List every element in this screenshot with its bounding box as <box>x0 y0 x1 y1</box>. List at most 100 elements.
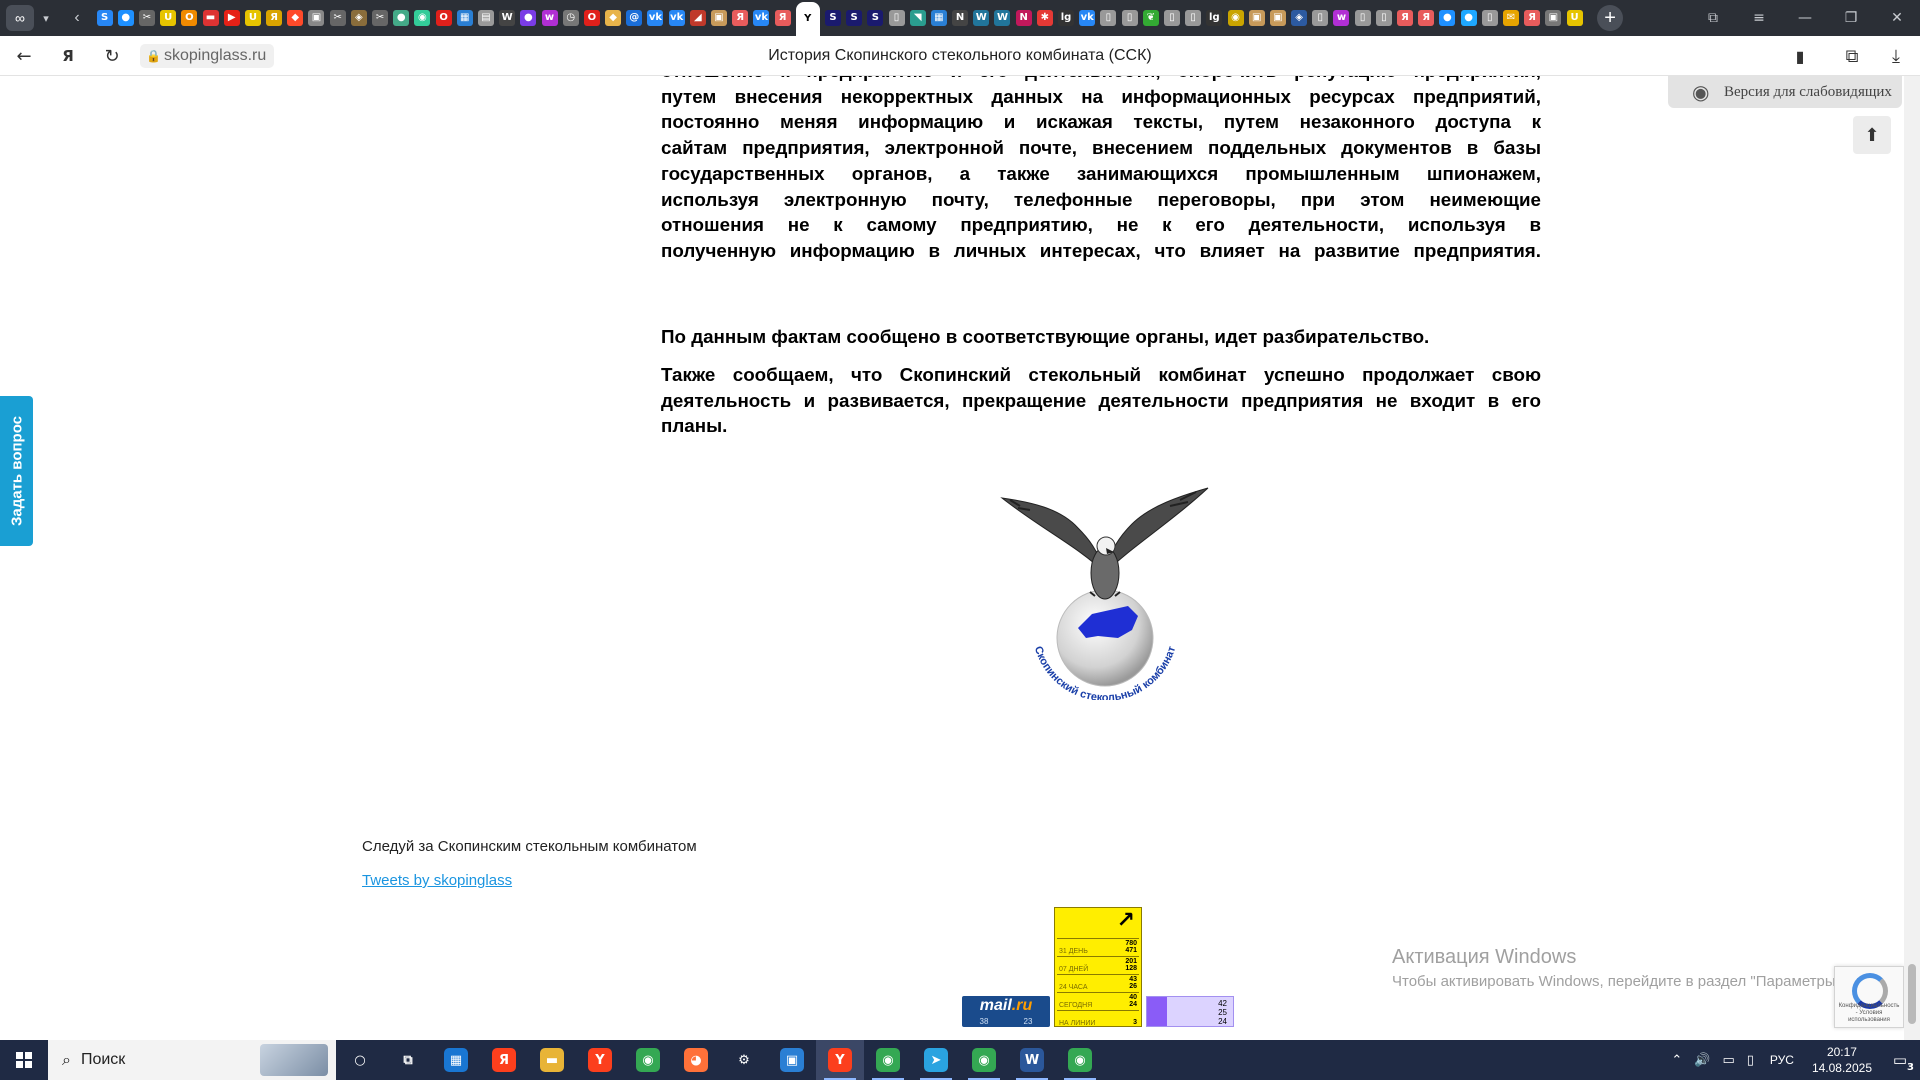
tab-u-icon[interactable]: U <box>160 10 177 26</box>
mailru-counter[interactable]: mail.ru 38 23 <box>962 996 1050 1027</box>
tab-ok-icon[interactable]: О <box>181 10 198 26</box>
tab-opera-icon[interactable]: O <box>435 10 452 26</box>
tab-n-icon[interactable]: N <box>952 10 969 26</box>
back-arrow-icon[interactable]: ← <box>12 44 36 68</box>
tabs-list-icon[interactable]: ⧉ <box>1690 10 1736 26</box>
tab-doc9-icon[interactable]: ▯ <box>1481 10 1498 26</box>
tab-u2-icon[interactable]: U <box>244 10 261 26</box>
new-tab-button[interactable]: + <box>1597 5 1624 31</box>
tab-tools2-icon[interactable]: ✂ <box>329 10 346 26</box>
clock[interactable]: 20:17 14.08.2025 <box>1812 1044 1872 1076</box>
taskbar-firefox-icon[interactable]: ◕ <box>672 1040 720 1080</box>
tab-doc6-icon[interactable]: ▯ <box>1312 10 1329 26</box>
taskbar-chrome-profile2-icon[interactable]: ◉ <box>960 1040 1008 1080</box>
accessibility-version-button[interactable]: ◉ Версия для слабовидящих <box>1668 76 1902 108</box>
taskbar-store-icon[interactable]: ▦ <box>432 1040 480 1080</box>
tab-chat-icon[interactable]: ● <box>1439 10 1456 26</box>
tab-grid2-icon[interactable]: ▦ <box>930 10 947 26</box>
tab-doc8-icon[interactable]: ▯ <box>1375 10 1392 26</box>
tab-purple-icon[interactable]: ● <box>520 10 537 26</box>
liveinternet-counter[interactable]: ↗ 31 ДЕНЬ 780 471 07 ДНЕЙ 201 128 24 ЧАСА 43 26 С… <box>1054 907 1142 1027</box>
tab-ya3-icon[interactable]: Я <box>774 10 791 26</box>
tabs-scroll-left-icon[interactable]: ‹ <box>64 9 90 27</box>
tab-wb2-icon[interactable]: w <box>1333 10 1350 26</box>
tab-img-icon[interactable]: ▣ <box>308 10 325 26</box>
ask-question-tab[interactable]: Задать вопрос <box>0 396 33 546</box>
chevron-down-icon[interactable]: ▾ <box>36 5 56 31</box>
tab-s2-icon[interactable]: S <box>846 10 863 26</box>
tab-mail-icon[interactable]: @ <box>626 10 643 26</box>
tab-wp-icon[interactable]: W <box>973 10 990 26</box>
taskbar-chrome-icon[interactable]: ◉ <box>624 1040 672 1080</box>
tab-ya6-icon[interactable]: Я <box>1524 10 1541 26</box>
tab-book-icon[interactable]: ▤ <box>477 10 494 26</box>
tab-active-ya-icon[interactable]: Y <box>795 2 820 36</box>
browser-menu-icon[interactable]: ∞ <box>6 5 34 31</box>
tab-doc3-icon[interactable]: ▯ <box>1121 10 1138 26</box>
tab-img2-icon[interactable]: ▣ <box>711 10 728 26</box>
tab-opera2-icon[interactable]: O <box>583 10 600 26</box>
page-scrollbar[interactable] <box>1904 76 1920 1040</box>
battery-icon[interactable]: ▭ <box>1722 1053 1734 1068</box>
tab-doc7-icon[interactable]: ▯ <box>1354 10 1371 26</box>
tab-vk3-icon[interactable]: vk <box>668 10 685 26</box>
tab-s1-icon[interactable]: S <box>824 10 841 26</box>
tab-grid-icon[interactable]: ▦ <box>456 10 473 26</box>
tray-expand-icon[interactable]: ⌃ <box>1671 1053 1682 1068</box>
tab-globe-icon[interactable]: ● <box>393 10 410 26</box>
tab-shield-icon[interactable]: ◈ <box>1291 10 1308 26</box>
tab-vk-icon[interactable]: S <box>96 10 113 26</box>
tab-tools3-icon[interactable]: ✂ <box>372 10 389 26</box>
tab-ya2-icon[interactable]: Я <box>732 10 749 26</box>
tab-chrome-icon[interactable]: ◉ <box>414 10 431 26</box>
taskbar-telegram-icon[interactable]: ➤ <box>912 1040 960 1080</box>
taskbar-yandex-browser-icon[interactable]: Y <box>576 1040 624 1080</box>
menu-icon[interactable]: ≡ <box>1736 10 1782 26</box>
start-button[interactable] <box>0 1040 48 1080</box>
tab-lg-icon[interactable]: lg <box>1058 10 1075 26</box>
tab-leaf-icon[interactable]: ❦ <box>1142 10 1159 26</box>
tab-vk5-icon[interactable]: vk <box>1079 10 1096 26</box>
tab-img4-icon[interactable]: ▣ <box>1269 10 1286 26</box>
taskbar-search[interactable]: ⌕ Поиск <box>48 1040 336 1080</box>
collections-icon[interactable]: ⧉ <box>1840 44 1864 68</box>
taskbar-cortana-icon[interactable]: ○ <box>336 1040 384 1080</box>
tab-map-icon[interactable]: ◥ <box>909 10 926 26</box>
bookmark-icon[interactable]: ▮ <box>1788 44 1812 68</box>
tab-ya-icon[interactable]: Я <box>266 10 283 26</box>
tweets-link[interactable]: Tweets by skopinglass <box>362 872 512 889</box>
tab-lg2-icon[interactable]: lg <box>1206 10 1223 26</box>
tab-coin-icon[interactable]: ◉ <box>1227 10 1244 26</box>
taskbar-chrome-profile-icon[interactable]: ◉ <box>864 1040 912 1080</box>
download-icon[interactable]: ⤓ <box>1884 44 1908 68</box>
recaptcha-badge[interactable]: Конфиденциальность - Условия использован… <box>1834 966 1904 1028</box>
tab-s3-icon[interactable]: S <box>867 10 884 26</box>
tab-doc-icon[interactable]: ▯ <box>888 10 905 26</box>
taskbar-taskview-icon[interactable]: ⧉ <box>384 1040 432 1080</box>
tab-doc4-icon[interactable]: ▯ <box>1163 10 1180 26</box>
tab-tools-icon[interactable]: ✂ <box>138 10 155 26</box>
scroll-to-top-button[interactable]: ⬆ <box>1853 116 1891 154</box>
reload-icon[interactable]: ↻ <box>100 44 124 68</box>
taskbar-word-icon[interactable]: W <box>1008 1040 1056 1080</box>
tab-mail2-icon[interactable]: ✉ <box>1502 10 1519 26</box>
minimize-button[interactable]: — <box>1782 10 1828 26</box>
tab-ya4-icon[interactable]: Я <box>1397 10 1414 26</box>
tab-wiki-icon[interactable]: W <box>499 10 516 26</box>
tab-star-icon[interactable]: ✱ <box>1036 10 1053 26</box>
tab-wp2-icon[interactable]: W <box>994 10 1011 26</box>
scrollbar-thumb[interactable] <box>1908 964 1916 1024</box>
close-button[interactable]: ✕ <box>1874 10 1920 26</box>
taskbar-yandex-browser-active-icon[interactable]: Y <box>816 1040 864 1080</box>
recaptcha-terms[interactable]: Конфиденциальность - Условия использован… <box>1837 1003 1901 1024</box>
taskbar-app-blue-icon[interactable]: ▣ <box>768 1040 816 1080</box>
tab-compass-icon[interactable]: ◆ <box>287 10 304 26</box>
tab-drop-icon[interactable]: ◆ <box>605 10 622 26</box>
url-field[interactable]: 🔒 skopinglass.ru <box>140 44 275 68</box>
tab-gov-icon[interactable]: ◈ <box>350 10 367 26</box>
tab-messenger-icon[interactable]: ● <box>117 10 134 26</box>
tab-youtube-icon[interactable]: ▶ <box>223 10 240 26</box>
tab-vk4-icon[interactable]: vk <box>753 10 770 26</box>
tab-flag-icon[interactable]: ▬ <box>202 10 219 26</box>
taskbar-chrome-profile3-icon[interactable]: ◉ <box>1056 1040 1104 1080</box>
